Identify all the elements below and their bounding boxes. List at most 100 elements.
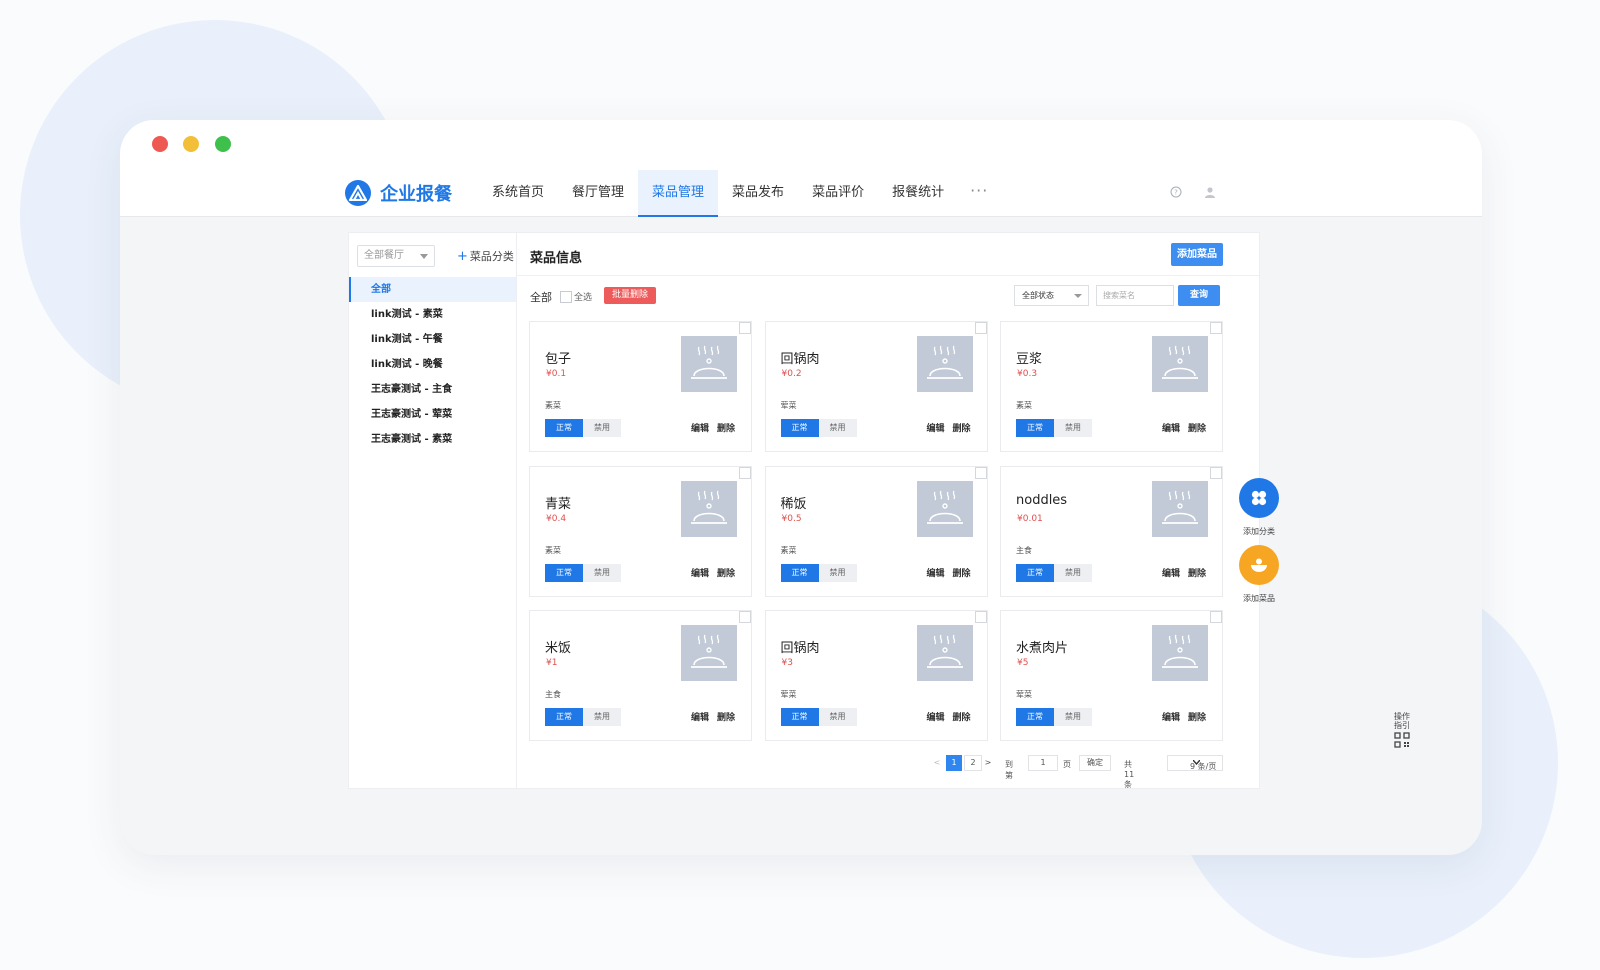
nav-item-publish[interactable]: 菜品发布 <box>718 170 798 215</box>
window-close-button[interactable] <box>152 136 168 152</box>
add-category-fab[interactable] <box>1239 478 1279 518</box>
delete-dish-link[interactable]: 删除 <box>717 421 735 434</box>
add-category-link[interactable]: + 菜品分类 <box>457 248 514 264</box>
window-maximize-button[interactable] <box>215 136 231 152</box>
status-disable-button[interactable]: 禁用 <box>583 708 621 726</box>
status-disable-button[interactable]: 禁用 <box>583 419 621 437</box>
food-cloche-icon <box>1162 490 1198 524</box>
status-disable-button[interactable]: 禁用 <box>1054 419 1092 437</box>
delete-dish-link[interactable]: 删除 <box>1188 710 1206 723</box>
restaurant-select[interactable]: 全部餐厅 <box>357 245 435 267</box>
sidebar-item-category[interactable]: 王志豪测试 - 主食 <box>349 377 516 402</box>
delete-dish-link[interactable]: 删除 <box>717 710 735 723</box>
dish-select-checkbox[interactable] <box>974 466 987 479</box>
status-normal-button[interactable]: 正常 <box>1016 708 1054 726</box>
add-dish-fab-label: 添加菜品 <box>1243 594 1275 603</box>
filter-all-label[interactable]: 全部 <box>530 289 552 305</box>
app-logo[interactable]: 企业报餐 <box>345 180 452 206</box>
sidebar-item-category[interactable]: 王志豪测试 - 荤菜 <box>349 402 516 427</box>
edit-dish-link[interactable]: 编辑 <box>1162 566 1180 579</box>
next-page-button[interactable]: > <box>983 755 993 771</box>
status-normal-button[interactable]: 正常 <box>545 708 583 726</box>
status-disable-button[interactable]: 禁用 <box>818 419 857 437</box>
dish-image-placeholder <box>681 480 737 537</box>
status-disable-button[interactable]: 禁用 <box>1054 563 1092 582</box>
page-button-current[interactable]: 1 <box>946 755 962 771</box>
dish-select-checkbox[interactable] <box>739 611 751 623</box>
select-all-label[interactable]: 全选 <box>574 290 592 303</box>
sidebar-item-category[interactable]: link测试 - 素菜 <box>349 302 516 327</box>
prev-page-button[interactable]: < <box>932 755 942 771</box>
dish-select-checkbox[interactable] <box>739 322 751 334</box>
dish-name: 包子 <box>545 352 572 367</box>
nav-item-stats[interactable]: 报餐统计 <box>878 170 958 215</box>
delete-dish-link[interactable]: 删除 <box>717 566 735 579</box>
divider <box>516 275 1259 276</box>
edit-dish-link[interactable]: 编辑 <box>927 421 945 434</box>
edit-dish-link[interactable]: 编辑 <box>1162 421 1180 434</box>
dish-select-checkbox[interactable] <box>1210 466 1222 479</box>
operation-guide-button[interactable]: 操作指引 <box>1394 712 1410 750</box>
add-dish-fab[interactable] <box>1239 545 1279 585</box>
food-cloche-icon <box>926 490 963 524</box>
dish-card: noddles ¥0.01 主食 正常 禁用 编辑 删除 <box>1000 465 1223 597</box>
edit-dish-link[interactable]: 编辑 <box>1162 710 1180 723</box>
edit-dish-link[interactable]: 编辑 <box>927 566 945 579</box>
page-button[interactable]: 2 <box>964 755 982 771</box>
page-size-value: 9 条/页 <box>1190 762 1217 771</box>
delete-dish-link[interactable]: 删除 <box>953 710 971 723</box>
select-all-checkbox[interactable] <box>560 291 572 303</box>
delete-dish-link[interactable]: 删除 <box>1188 566 1206 579</box>
help-icon[interactable]: ? <box>1170 186 1182 201</box>
add-dish-button[interactable]: 添加菜品 <box>1171 243 1223 266</box>
dish-select-checkbox[interactable] <box>974 611 987 623</box>
edit-dish-link[interactable]: 编辑 <box>691 421 709 434</box>
sidebar-item-category[interactable]: link测试 - 晚餐 <box>349 352 516 377</box>
nav-item-home[interactable]: 系统首页 <box>478 170 558 215</box>
sidebar-item-category[interactable]: 王志豪测试 - 素菜 <box>349 427 516 452</box>
delete-dish-link[interactable]: 删除 <box>953 566 971 579</box>
status-normal-button[interactable]: 正常 <box>545 419 583 437</box>
status-disable-button[interactable]: 禁用 <box>583 563 621 582</box>
dish-card: 包子 ¥0.1 素菜 正常 禁用 编辑 删除 <box>529 321 752 452</box>
status-disable-button[interactable]: 禁用 <box>1054 708 1092 726</box>
edit-dish-link[interactable]: 编辑 <box>691 566 709 579</box>
status-normal-button[interactable]: 正常 <box>780 563 819 582</box>
dish-select-checkbox[interactable] <box>739 466 751 479</box>
status-normal-button[interactable]: 正常 <box>780 419 819 437</box>
status-normal-button[interactable]: 正常 <box>1016 419 1054 437</box>
nav-item-dishes[interactable]: 菜品管理 <box>638 170 719 217</box>
nav-more-button[interactable]: ··· <box>958 170 1000 215</box>
sidebar-item-category[interactable]: link测试 - 午餐 <box>349 327 516 352</box>
status-disable-button[interactable]: 禁用 <box>818 708 857 726</box>
status-normal-button[interactable]: 正常 <box>1016 563 1054 582</box>
restaurant-select-value: 全部餐厅 <box>364 250 404 261</box>
nav-item-restaurant[interactable]: 餐厅管理 <box>558 170 638 215</box>
dish-name: noddles <box>1016 492 1068 508</box>
status-disable-button[interactable]: 禁用 <box>818 563 857 582</box>
dish-select-checkbox[interactable] <box>1210 611 1222 623</box>
dish-select-checkbox[interactable] <box>1210 322 1222 334</box>
status-normal-button[interactable]: 正常 <box>780 708 819 726</box>
dish-price: ¥0.01 <box>1017 513 1043 524</box>
app-title: 企业报餐 <box>380 184 452 205</box>
goto-page-input[interactable]: 1 <box>1028 755 1058 771</box>
query-button[interactable]: 查询 <box>1178 285 1220 306</box>
main-nav: 系统首页 餐厅管理 菜品管理 菜品发布 菜品评价 报餐统计 ··· <box>478 170 1000 217</box>
delete-dish-link[interactable]: 删除 <box>953 421 971 434</box>
goto-confirm-button[interactable]: 确定 <box>1079 755 1111 771</box>
edit-dish-link[interactable]: 编辑 <box>691 710 709 723</box>
window-minimize-button[interactable] <box>183 136 199 152</box>
search-input[interactable]: 搜索菜名 <box>1096 285 1174 306</box>
nav-item-review[interactable]: 菜品评价 <box>798 170 878 215</box>
dish-select-checkbox[interactable] <box>974 322 987 334</box>
status-normal-button[interactable]: 正常 <box>545 563 583 582</box>
status-select[interactable]: 全部状态 <box>1014 285 1089 306</box>
user-icon[interactable] <box>1204 186 1216 201</box>
dish-image-placeholder <box>1152 480 1208 537</box>
edit-dish-link[interactable]: 编辑 <box>927 710 945 723</box>
delete-dish-link[interactable]: 删除 <box>1188 421 1206 434</box>
sidebar-item-all[interactable]: 全部 <box>349 277 516 302</box>
batch-delete-button[interactable]: 批量删除 <box>604 287 656 304</box>
page-size-select[interactable]: 9 条/页 <box>1167 755 1223 771</box>
